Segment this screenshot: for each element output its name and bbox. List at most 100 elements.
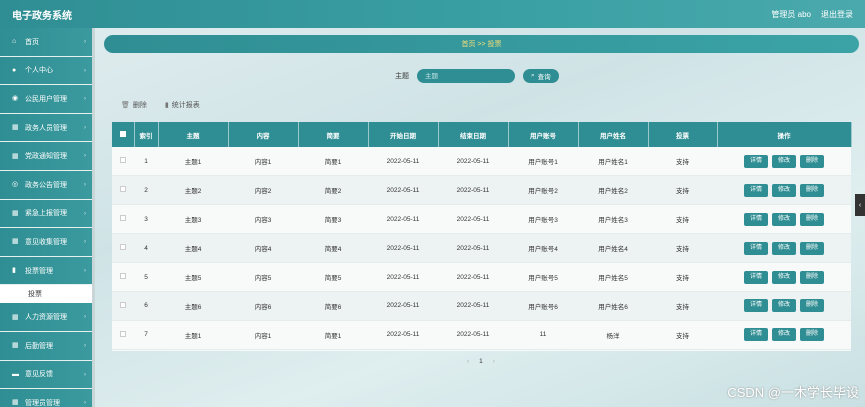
detail-button[interactable]: 详情 — [743, 241, 768, 255]
chart-icon: ▮ — [12, 267, 16, 275]
breadcrumb-text: 首页 >> 投票 — [461, 41, 502, 48]
sidebar-item[interactable]: ⌂ 首页 › — [0, 28, 92, 57]
chevron-icon: › — [84, 181, 86, 188]
edit-button[interactable]: 修改 — [771, 212, 796, 226]
detail-button[interactable]: 详情 — [743, 183, 768, 197]
table-cell: 用户账号3 — [508, 204, 578, 235]
delete-selected-label: 删除 — [132, 102, 147, 109]
sidebar-item-label: 后勤管理 — [25, 342, 53, 350]
table-cell: 2022-05-11 — [438, 233, 508, 264]
row-select-cell — [112, 291, 134, 321]
sidebar-item[interactable]: ▦ 意见收集管理 › — [0, 228, 92, 257]
column-header[interactable]: 用户账号 — [508, 122, 579, 147]
detail-button[interactable]: 详情 — [743, 212, 768, 226]
app-title: 电子政务系统 — [12, 10, 72, 22]
select-all-checkbox[interactable] — [119, 130, 126, 137]
logout-link[interactable]: 退出登录 — [821, 9, 853, 20]
search-button-label: 查询 — [537, 74, 551, 81]
table-row: 2 主题2 内容2 简要2 2022-05-11 2022-05-11 用户账号2 用户姓名2… — [112, 175, 851, 206]
delete-button[interactable]: 删除 — [800, 328, 825, 342]
row-checkbox[interactable] — [120, 157, 126, 164]
column-header[interactable]: 用户姓名 — [578, 122, 649, 147]
sidebar-item[interactable]: ◎ 政务公告管理 › — [0, 170, 92, 200]
search-bar: 主题 ⌕ 查询 — [395, 69, 559, 83]
chevron-icon: › — [84, 371, 86, 378]
sidebar-item[interactable]: ▦ 党政通知管理 › — [0, 142, 92, 171]
column-header[interactable]: 开始日期 — [368, 122, 439, 147]
table-cell: 主题2 — [158, 175, 228, 206]
column-header[interactable]: 内容 — [228, 122, 299, 147]
table-cell: 2022-05-11 — [368, 204, 438, 235]
table-cell: 2022-05-11 — [438, 147, 508, 177]
sidebar-subitem-vote[interactable]: 投票 — [0, 285, 92, 304]
detail-button[interactable]: 详情 — [743, 328, 768, 342]
sidebar-item[interactable]: ▦ 政务人员管理 › — [0, 113, 92, 143]
delete-button[interactable]: 删除 — [800, 299, 825, 313]
table-cell: 简要2 — [298, 175, 368, 206]
delete-button[interactable]: 删除 — [800, 183, 825, 197]
sidebar-item[interactable]: ▦ 紧急上报管理 › — [0, 199, 92, 229]
table-cell: 2022-05-11 — [438, 175, 508, 206]
chevron-icon: › — [84, 96, 86, 103]
edit-button[interactable]: 修改 — [771, 299, 796, 313]
row-select-cell — [112, 147, 134, 177]
delete-button[interactable]: 删除 — [800, 241, 825, 255]
search-label: 主题 — [395, 73, 409, 80]
detail-button[interactable]: 详情 — [743, 299, 768, 313]
edit-button[interactable]: 修改 — [771, 183, 796, 197]
row-checkbox[interactable] — [120, 301, 126, 308]
table-cell: 支持 — [648, 320, 717, 350]
table-cell: 用户账号2 — [508, 175, 578, 206]
sidebar-item[interactable]: ▦ 人力资源管理 › — [0, 303, 92, 332]
search-button[interactable]: ⌕ 查询 — [523, 69, 559, 83]
sidebar-scrollbar[interactable] — [92, 28, 95, 407]
sidebar-item-label: 政务公告管理 — [25, 181, 67, 189]
delete-selected-button[interactable]: 🗑 删除 — [121, 100, 147, 110]
edit-button[interactable]: 修改 — [771, 328, 796, 342]
collapse-panel-tab[interactable]: ‹ — [855, 194, 865, 216]
table-cell: 2022-05-11 — [438, 291, 508, 321]
breadcrumb: 首页 >> 投票 — [104, 35, 859, 53]
grid-icon: ▦ — [12, 152, 19, 160]
delete-button[interactable]: 删除 — [800, 270, 825, 284]
prev-page-button[interactable]: ‹ — [467, 358, 469, 365]
row-actions: 详情 修改 删除 — [717, 175, 851, 206]
row-checkbox[interactable] — [120, 215, 126, 222]
table-cell: 简要1 — [298, 320, 368, 350]
table-cell: 简要6 — [298, 291, 368, 321]
row-checkbox[interactable] — [120, 186, 126, 193]
column-header[interactable]: 投票 — [648, 122, 718, 147]
column-header[interactable]: 结束日期 — [438, 122, 509, 147]
row-checkbox[interactable] — [120, 330, 126, 337]
edit-button[interactable]: 修改 — [771, 241, 796, 255]
table-cell: 2022-05-11 — [438, 204, 508, 235]
edit-button[interactable]: 修改 — [771, 270, 796, 284]
detail-button[interactable]: 详情 — [743, 154, 768, 168]
stats-report-button[interactable]: ▮ 统计报表 — [165, 100, 200, 110]
column-header[interactable]: 简要 — [298, 122, 369, 147]
delete-button[interactable]: 删除 — [800, 154, 825, 168]
edit-button[interactable]: 修改 — [771, 154, 796, 168]
row-select-cell — [112, 175, 134, 206]
next-page-button[interactable]: › — [493, 358, 495, 365]
sidebar-item[interactable]: ▬ 意见反馈 › — [0, 360, 92, 390]
sidebar-item[interactable]: ▮ 投票管理 › — [0, 256, 92, 286]
row-checkbox[interactable] — [120, 273, 126, 279]
search-input[interactable] — [417, 69, 515, 83]
grid-icon: ▦ — [12, 238, 19, 246]
current-page[interactable]: 1 — [479, 358, 483, 365]
sidebar-item[interactable]: ▦ 管理员管理 › — [0, 389, 92, 407]
sidebar-item[interactable]: ▦ 后勤管理 › — [0, 331, 92, 361]
sidebar-item[interactable]: ● 个人中心 › — [0, 56, 92, 86]
row-checkbox[interactable] — [120, 244, 126, 251]
column-header[interactable]: 主题 — [158, 122, 229, 147]
table-cell: 5 — [134, 262, 158, 292]
table-cell: 11 — [508, 320, 578, 350]
table-cell: 主题4 — [158, 233, 228, 264]
sidebar-item-label: 党政通知管理 — [25, 153, 67, 161]
delete-button[interactable]: 删除 — [800, 212, 825, 226]
detail-button[interactable]: 详情 — [743, 270, 768, 284]
sidebar-item[interactable]: ◉ 公民用户管理 › — [0, 85, 92, 114]
table-cell: 2022-05-11 — [368, 147, 438, 177]
table-cell: 3 — [134, 204, 158, 235]
